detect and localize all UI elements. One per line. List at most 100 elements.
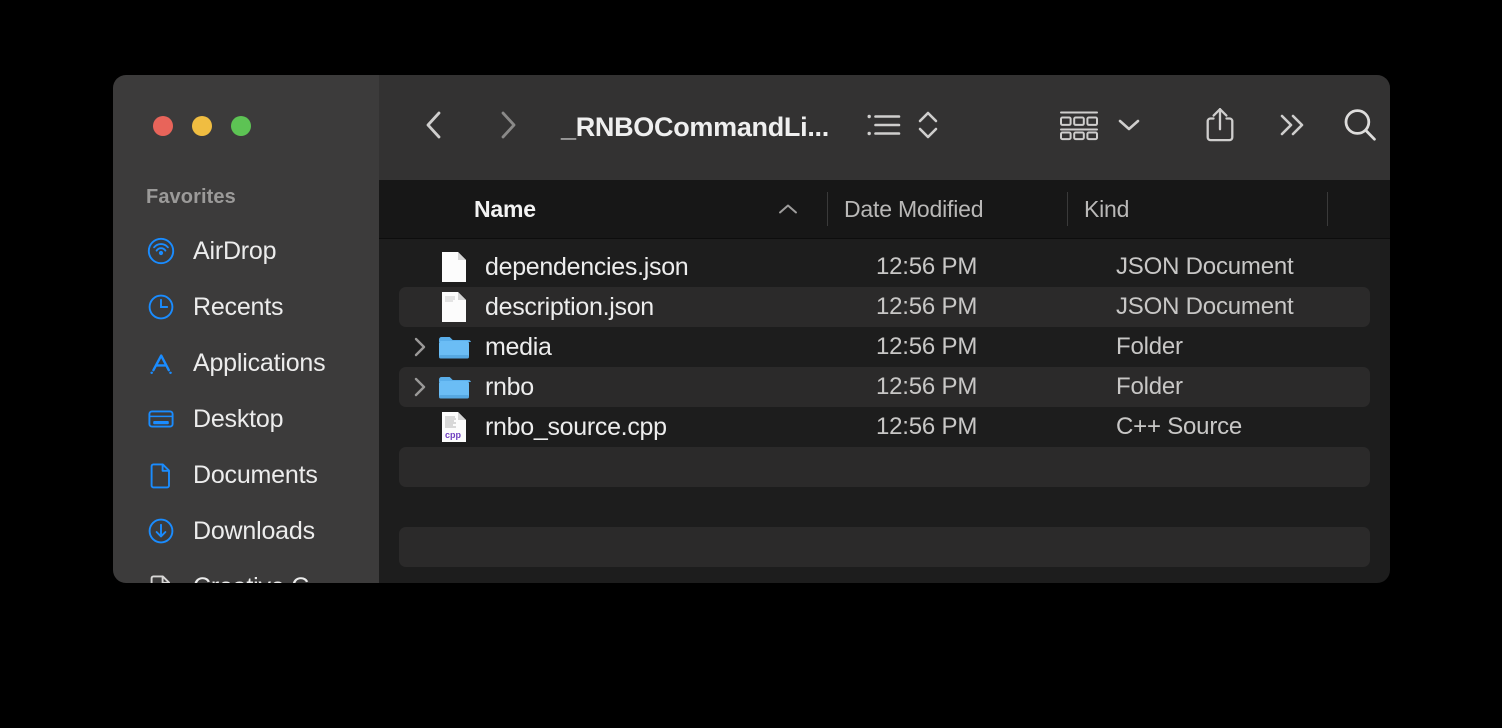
file-date-cell: 12:56 PM: [847, 373, 1087, 401]
double-chevron-right-icon: [1276, 111, 1308, 144]
sort-order-button[interactable]: [915, 105, 941, 151]
file-kind-cell: Folder: [1087, 373, 1347, 401]
sidebar-item-applications[interactable]: Applications: [113, 335, 379, 391]
sidebar-item-airdrop[interactable]: AirDrop: [113, 223, 379, 279]
file-name-cell: cpp rnbo_source.cpp: [399, 410, 847, 444]
file-name-cell: rnbo: [399, 370, 847, 404]
table-row[interactable]: description.json 12:56 PM JSON Document: [399, 287, 1370, 327]
column-divider[interactable]: [1327, 192, 1328, 226]
finder-window: Favorites AirDrop: [113, 75, 1390, 583]
json-file-icon: [437, 290, 471, 324]
column-divider[interactable]: [1067, 192, 1068, 226]
group-by-dropdown-button[interactable]: [1117, 105, 1141, 151]
empty-list-row: [399, 527, 1370, 567]
file-date-cell: 12:56 PM: [847, 293, 1087, 321]
file-name-label: rnbo: [485, 373, 534, 402]
table-row[interactable]: rnbo 12:56 PM Folder: [399, 367, 1370, 407]
sidebar-item-documents[interactable]: Documents: [113, 447, 379, 503]
forward-button[interactable]: [484, 105, 530, 151]
sort-ascending-icon: [777, 196, 799, 223]
table-row[interactable]: dependencies.json 12:56 PM JSON Document: [399, 247, 1370, 287]
sidebar-item-label: Applications: [193, 349, 325, 378]
file-kind-cell: JSON Document: [1087, 253, 1347, 281]
more-toolbar-items-button[interactable]: [1275, 105, 1309, 151]
file-date-cell: 12:56 PM: [847, 413, 1087, 441]
document-icon: [146, 460, 176, 490]
file-date-cell: 12:56 PM: [847, 333, 1087, 361]
file-name-cell: media: [399, 330, 847, 364]
json-file-icon: [437, 250, 471, 284]
maximize-button[interactable]: [231, 116, 251, 136]
main-pane: _RNBOCommandLi...: [379, 75, 1390, 583]
sidebar-item-label: Documents: [193, 461, 318, 490]
file-kind-cell: JSON Document: [1087, 293, 1347, 321]
empty-list-row: [399, 567, 1370, 583]
chevron-right-icon: [492, 108, 522, 147]
chevron-left-icon: [420, 108, 450, 147]
empty-list-row: [399, 487, 1370, 527]
list-view-icon: [866, 110, 902, 145]
share-button[interactable]: [1201, 105, 1239, 151]
window-controls: [153, 116, 251, 136]
sidebar-item-creative-cloud[interactable]: Creative C: [113, 559, 379, 583]
airdrop-icon: [146, 236, 176, 266]
cpp-file-icon: cpp: [437, 410, 471, 444]
table-row[interactable]: cpp rnbo_source.cpp 12:56 PM C++ Source: [399, 407, 1370, 447]
view-list-button[interactable]: [865, 105, 903, 151]
sidebar-item-label: AirDrop: [193, 237, 276, 266]
column-header-name[interactable]: Name: [379, 180, 827, 238]
svg-text:cpp: cpp: [445, 430, 462, 440]
sidebar-item-label: Desktop: [193, 405, 283, 434]
file-kind-cell: Folder: [1087, 333, 1347, 361]
file-name-label: description.json: [485, 293, 654, 322]
sidebar-section-title: Favorites: [146, 186, 236, 209]
page-icon: [146, 572, 176, 583]
sidebar-item-label: Downloads: [193, 517, 315, 546]
folder-icon: [437, 370, 471, 404]
clock-icon: [146, 292, 176, 322]
column-headers: Name Date Modified Kind: [379, 180, 1390, 239]
column-header-date-modified[interactable]: Date Modified: [827, 180, 1067, 238]
group-by-button[interactable]: [1057, 105, 1101, 151]
disclosure-triangle-icon[interactable]: [407, 376, 433, 398]
file-name-label: dependencies.json: [485, 253, 688, 282]
toolbar: _RNBOCommandLi...: [379, 75, 1390, 180]
sidebar-item-label: Recents: [193, 293, 283, 322]
sidebar-item-desktop[interactable]: Desktop: [113, 391, 379, 447]
file-date-cell: 12:56 PM: [847, 253, 1087, 281]
file-name-cell: description.json: [399, 290, 847, 324]
share-icon: [1203, 106, 1237, 149]
disclosure-triangle-icon[interactable]: [407, 336, 433, 358]
desktop-background: Favorites AirDrop: [0, 0, 1502, 728]
sort-up-down-icon: [916, 108, 940, 147]
file-name-label: media: [485, 333, 552, 362]
file-name-label: rnbo_source.cpp: [485, 413, 667, 442]
chevron-down-icon: [1117, 116, 1141, 139]
file-list: dependencies.json 12:56 PM JSON Document: [379, 239, 1390, 583]
empty-list-row: [399, 447, 1370, 487]
group-by-icon: [1058, 109, 1100, 146]
file-name-cell: dependencies.json: [399, 250, 847, 284]
sidebar-item-recents[interactable]: Recents: [113, 279, 379, 335]
applications-icon: [146, 348, 176, 378]
sidebar-item-downloads[interactable]: Downloads: [113, 503, 379, 559]
table-row[interactable]: media 12:56 PM Folder: [399, 327, 1370, 367]
minimize-button[interactable]: [192, 116, 212, 136]
column-header-date-label: Date Modified: [844, 196, 983, 223]
close-button[interactable]: [153, 116, 173, 136]
back-button[interactable]: [412, 105, 458, 151]
sidebar-item-label: Creative C: [193, 573, 309, 584]
sidebar-list: AirDrop Recents: [113, 223, 379, 583]
search-icon: [1341, 106, 1379, 149]
column-divider[interactable]: [827, 192, 828, 226]
column-header-extra[interactable]: [1327, 180, 1390, 238]
folder-icon: [437, 330, 471, 364]
desktop-icon: [146, 404, 176, 434]
column-header-kind-label: Kind: [1084, 196, 1129, 223]
search-button[interactable]: [1341, 105, 1379, 151]
window-title: _RNBOCommandLi...: [561, 112, 829, 143]
column-header-kind[interactable]: Kind: [1067, 180, 1327, 238]
file-kind-cell: C++ Source: [1087, 413, 1347, 441]
column-header-name-label: Name: [474, 196, 536, 223]
download-icon: [146, 516, 176, 546]
